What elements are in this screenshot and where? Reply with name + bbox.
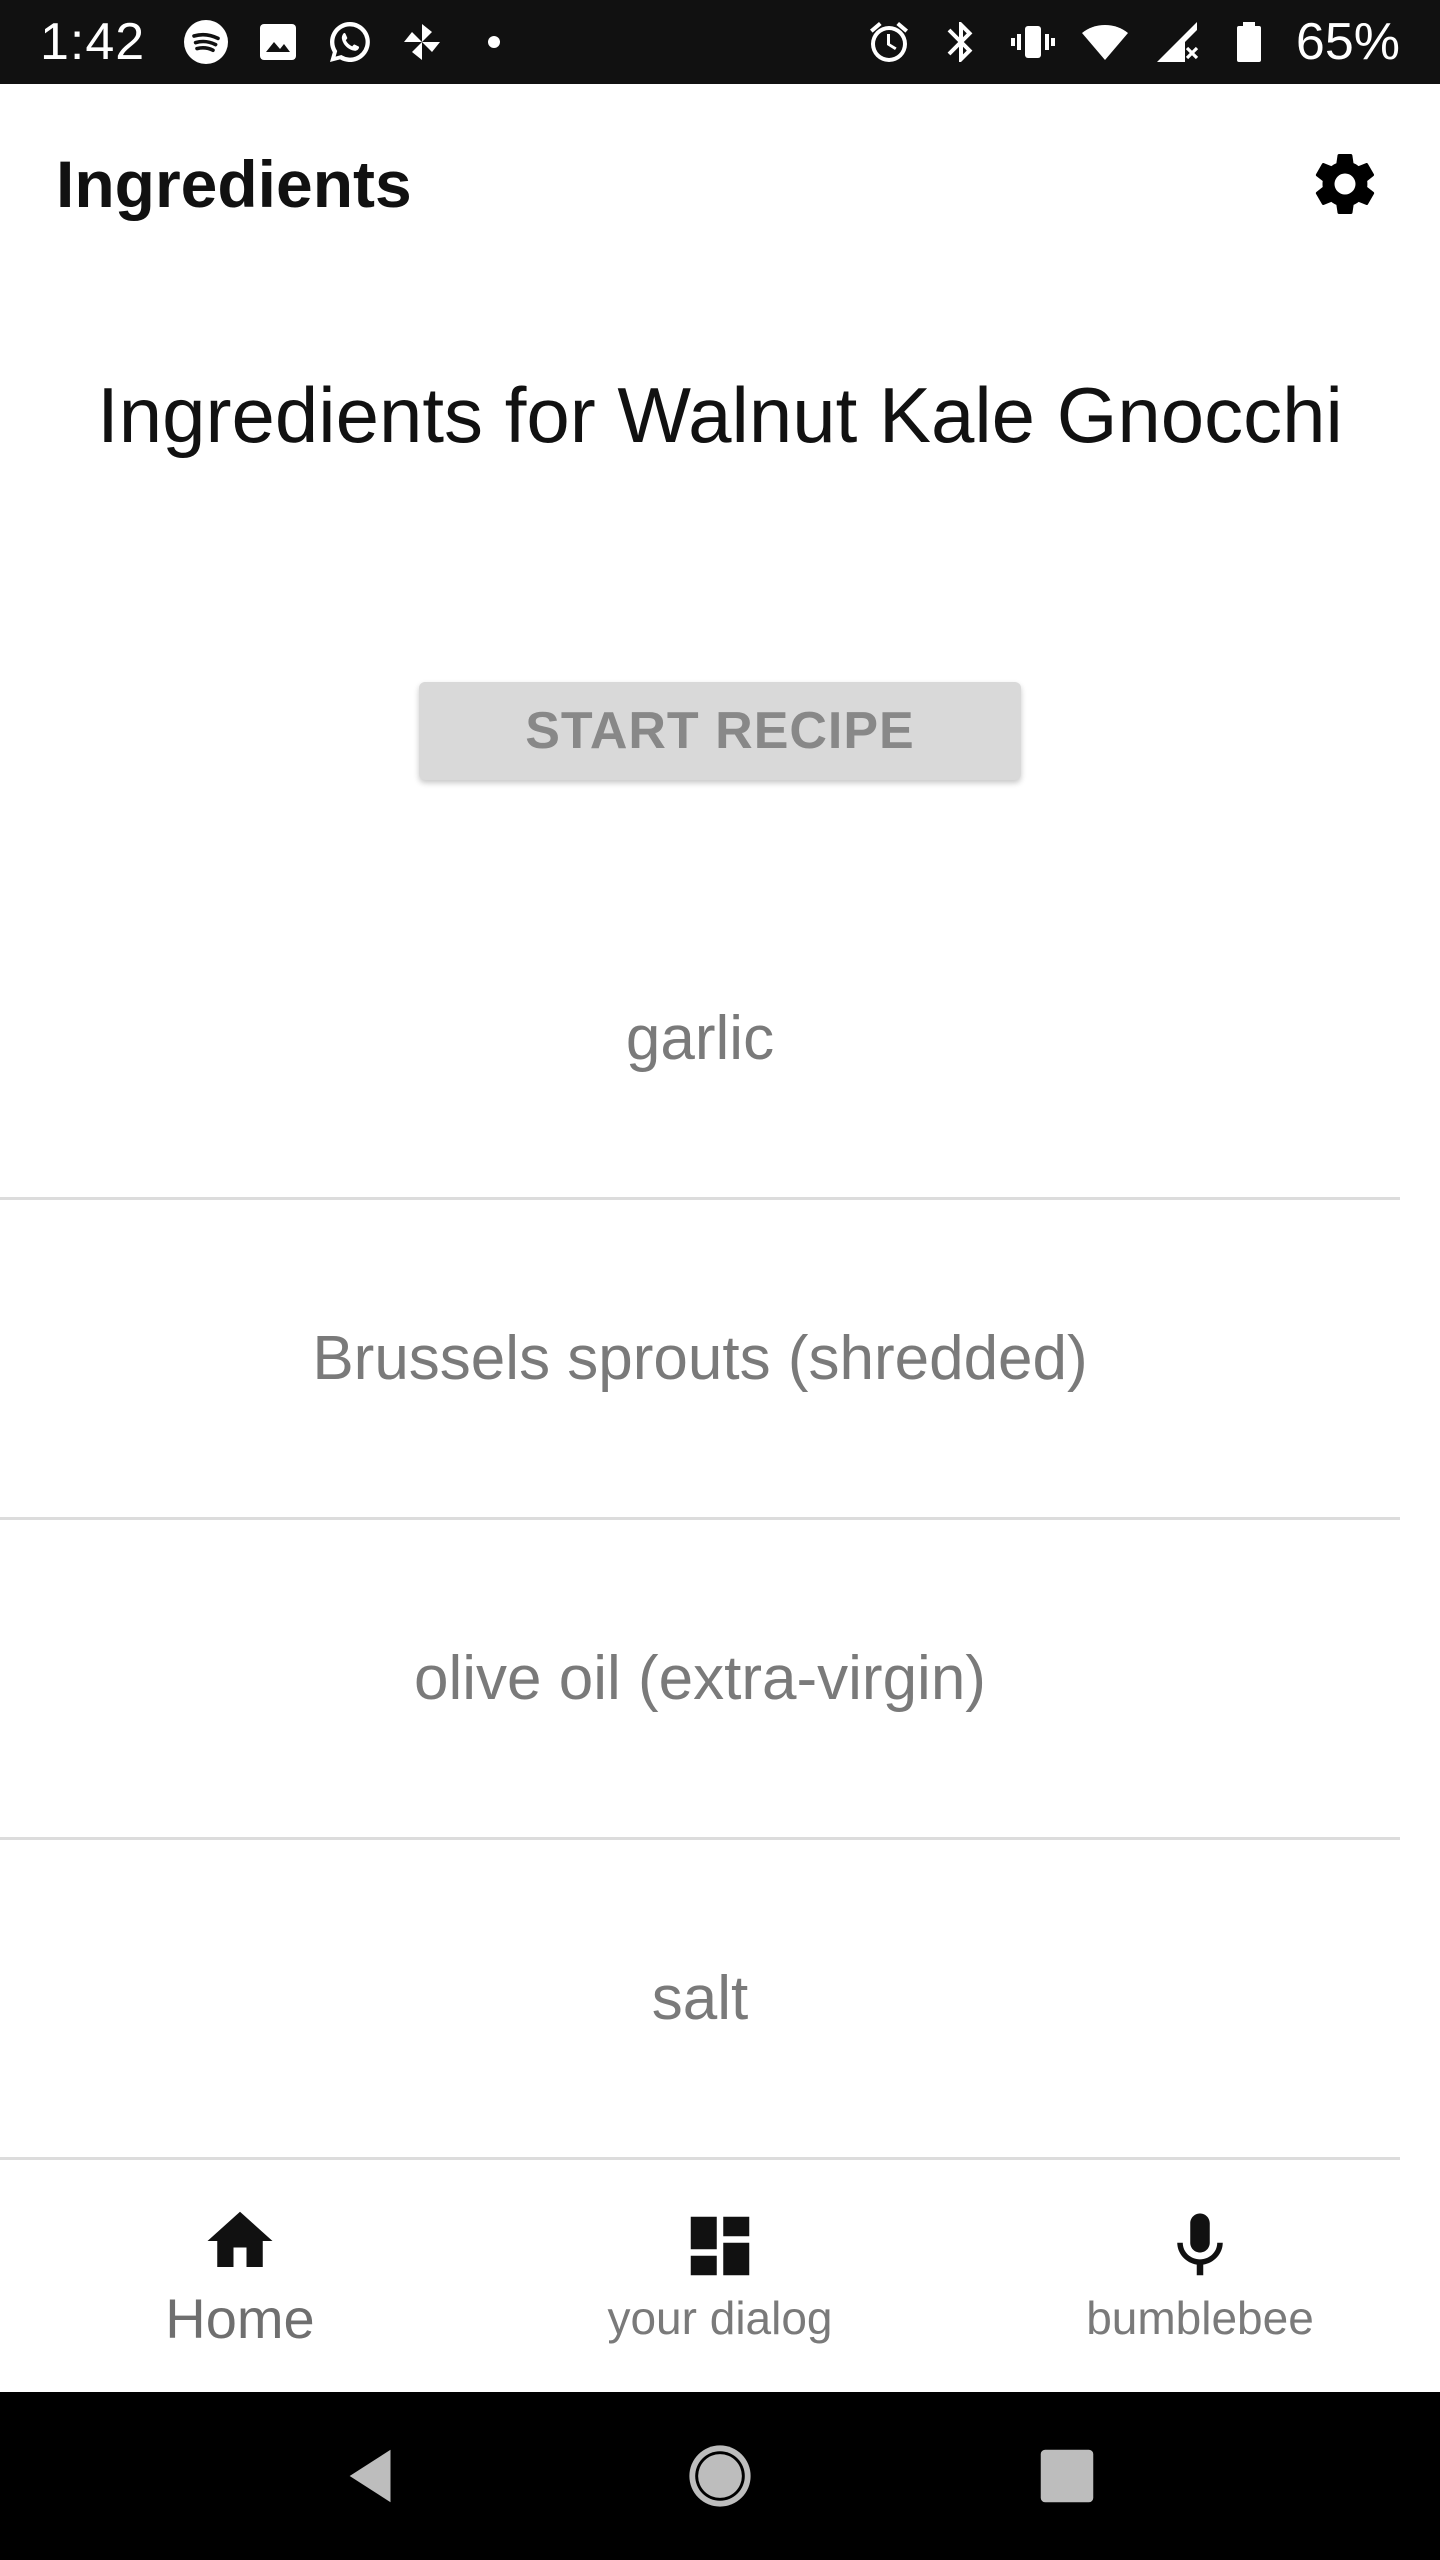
microphone-icon — [1177, 2213, 1223, 2276]
settings-button[interactable] — [1290, 129, 1400, 239]
nav-label-your-dialog: your dialog — [607, 2292, 833, 2344]
status-left: 1:42 — [40, 12, 519, 72]
system-navigation-bar — [0, 2392, 1440, 2560]
list-item[interactable]: Brussels sprouts (shredded) — [0, 1200, 1400, 1520]
dot-icon — [469, 17, 519, 67]
spotify-icon — [181, 17, 231, 67]
image-icon — [253, 17, 303, 67]
nav-item-home[interactable]: Home — [0, 2160, 480, 2392]
wifi-icon — [1080, 17, 1130, 67]
nav-item-your-dialog[interactable]: your dialog — [480, 2160, 960, 2392]
battery-icon — [1224, 17, 1274, 67]
recents-icon — [1040, 2449, 1093, 2503]
gear-icon — [1315, 154, 1375, 215]
list-item[interactable]: olive oil (extra-virgin) — [0, 1520, 1400, 1840]
ingredient-list: garlic Brussels sprouts (shredded) olive… — [0, 880, 1400, 2160]
vibrate-icon — [1008, 17, 1058, 67]
dashboard-icon — [690, 2216, 750, 2276]
nav-item-bumblebee[interactable]: bumblebee — [960, 2160, 1440, 2392]
app-screen: 1:42 65% Ingredients Ingredients for Wal… — [0, 0, 1440, 2560]
start-recipe-button[interactable]: START RECIPE — [419, 682, 1021, 780]
battery-percent: 65% — [1295, 13, 1400, 71]
nav-label-home: Home — [165, 2286, 315, 2350]
status-bar: 1:42 65% — [0, 0, 1440, 84]
bottom-navigation: Home your dialog bumblebee — [0, 2160, 1440, 2392]
pinwheel-icon — [397, 17, 447, 67]
status-right: 65% — [864, 12, 1400, 72]
recents-button[interactable] — [1022, 2431, 1112, 2521]
recipe-heading: Ingredients for Walnut Kale Gnocchi — [97, 371, 1343, 459]
alarm-icon — [864, 17, 914, 67]
page-title: Ingredients — [56, 147, 412, 221]
signal-icon — [1152, 17, 1202, 67]
app-bar: Ingredients — [0, 84, 1440, 284]
list-item[interactable]: garlic — [0, 880, 1400, 1200]
back-icon — [349, 2449, 391, 2503]
home-circle-icon — [689, 2445, 751, 2507]
status-time: 1:42 — [40, 13, 146, 71]
bluetooth-icon — [936, 17, 986, 67]
home-button[interactable] — [675, 2431, 765, 2521]
back-button[interactable] — [328, 2431, 418, 2521]
whatsapp-icon — [325, 17, 375, 67]
list-item[interactable]: salt — [0, 1840, 1400, 2160]
nav-label-bumblebee: bumblebee — [1086, 2292, 1314, 2344]
home-icon — [207, 2211, 273, 2267]
